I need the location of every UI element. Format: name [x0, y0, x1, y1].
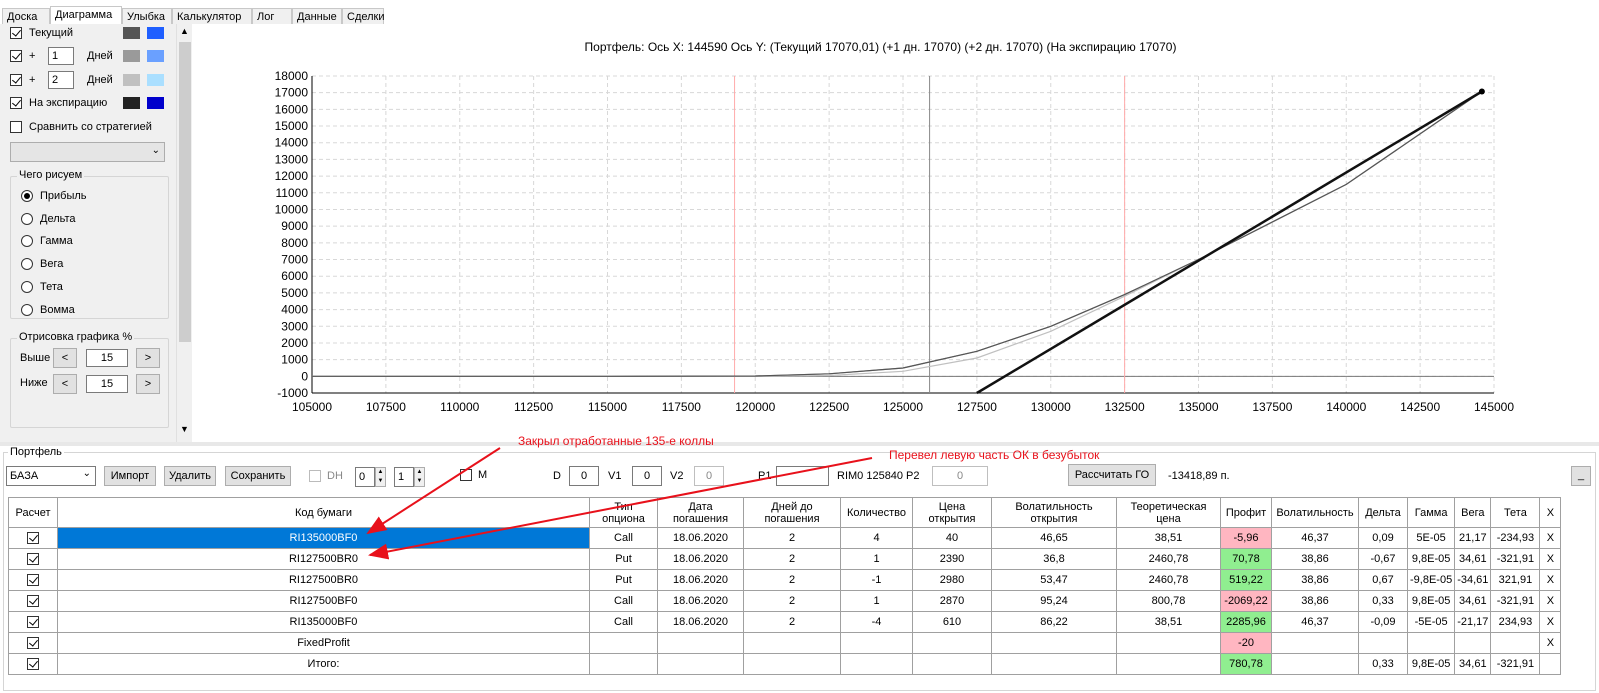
annotation-arrow-1	[366, 447, 501, 535]
annotation-arrow-2	[368, 457, 873, 560]
annotation-closed-calls: Закрыл отработанные 135-е коллы	[518, 434, 714, 448]
annotation-breakeven: Перевел левую часть ОК в безубыток	[889, 448, 1100, 462]
annotation-layer	[366, 447, 873, 560]
